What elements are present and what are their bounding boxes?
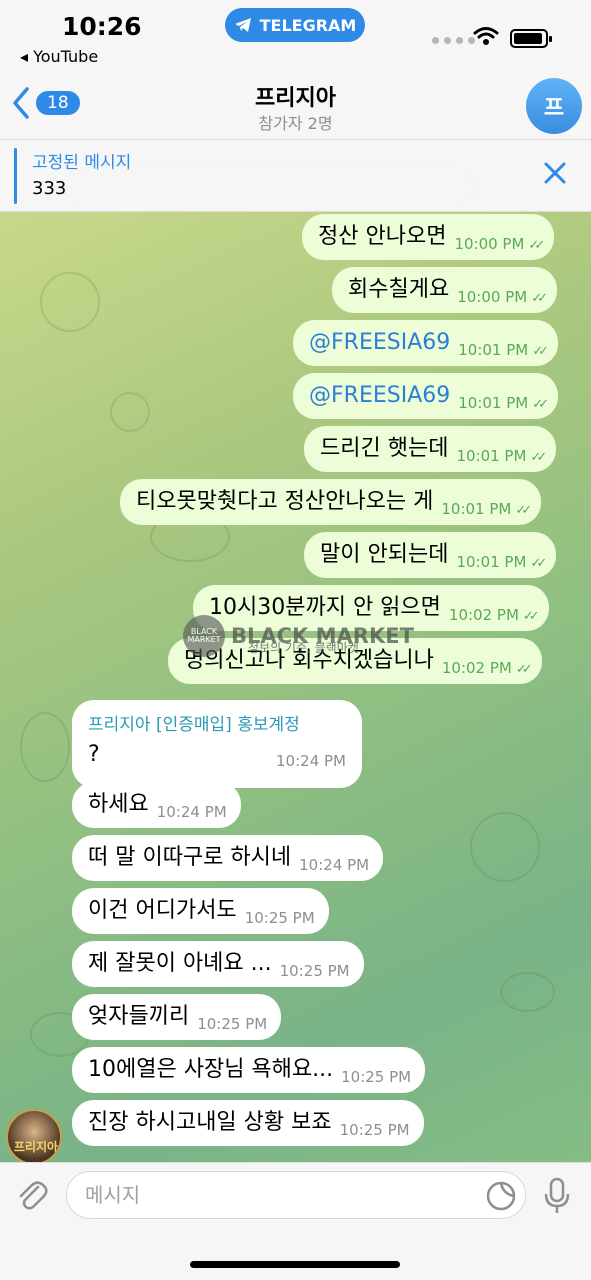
- message-time: 10:00 PM ✓✓: [457, 288, 548, 306]
- message-text: 하세요: [88, 792, 149, 817]
- message-text: 엊자들끼리: [88, 1004, 190, 1029]
- mention-link[interactable]: @FREESIA69: [309, 332, 450, 354]
- message-text: 진장 하시고내일 상황 보죠: [88, 1110, 332, 1135]
- read-ticks-icon: ✓✓: [530, 450, 547, 465]
- mention-link[interactable]: @FREESIA69: [309, 385, 450, 407]
- sender-name[interactable]: 프리지아 [인증매입] 홍보계정: [88, 710, 300, 735]
- message-text: 이건 어디가서도: [88, 898, 237, 923]
- message-time: 10:24 PM: [156, 803, 227, 821]
- message-time: 10:01 PM ✓✓: [456, 553, 547, 571]
- read-ticks-icon: ✓✓: [522, 609, 540, 624]
- message-time: 10:00 PM ✓✓: [454, 235, 545, 253]
- message-outgoing[interactable]: @FREESIA69 10:01 PM ✓✓: [293, 320, 559, 366]
- status-bar: 10:26 ◂ YouTube TELEGRAM: [0, 0, 591, 70]
- message-outgoing[interactable]: 말이 안되는데 10:01 PM ✓✓: [304, 532, 557, 578]
- sticker-icon[interactable]: [485, 1180, 517, 1212]
- message-time: 10:02 PM ✓✓: [448, 606, 540, 624]
- close-icon[interactable]: [542, 160, 568, 186]
- chat-header: 18 프리지아 참가자 2명 프: [0, 70, 591, 140]
- message-text: 말이 안되는데: [320, 542, 449, 567]
- read-ticks-icon: ✓✓: [532, 397, 549, 412]
- message-outgoing[interactable]: @FREESIA69 10:01 PM ✓✓: [293, 373, 559, 419]
- message-incoming[interactable]: 프리지아 [인증매입] 홍보계정 ? 10:24 PM: [72, 700, 362, 788]
- message-incoming[interactable]: 하세요 10:24 PM: [72, 782, 241, 828]
- signal-dots: [432, 37, 475, 44]
- chat-area[interactable]: 정산 안나오면 10:00 PM ✓✓ 회수칠게요 10:00 PM ✓✓ @FRE…: [0, 212, 591, 1162]
- message-outgoing[interactable]: 정산 안나오면 10:00 PM ✓✓: [302, 214, 555, 260]
- message-time: 10:01 PM ✓✓: [456, 447, 547, 465]
- pinned-label: 고정된 메시지: [32, 153, 132, 173]
- sender-avatar[interactable]: 프리지아: [6, 1109, 62, 1162]
- message-incoming[interactable]: 떠 말 이따구로 하시네 10:24 PM: [72, 835, 384, 881]
- message-time: 10:25 PM: [339, 1121, 410, 1139]
- message-text: 드리긴 햇는데: [320, 436, 449, 461]
- composer-bar: [0, 1162, 591, 1280]
- message-time: 10:01 PM ✓✓: [441, 500, 532, 518]
- message-time: 10:01 PM ✓✓: [458, 394, 549, 412]
- message-text: ?: [88, 742, 100, 767]
- battery-icon: [510, 29, 552, 48]
- message-text: 10에열은 사장님 욕해요...: [88, 1057, 334, 1082]
- message-incoming[interactable]: 10에열은 사장님 욕해요... 10:25 PM: [72, 1047, 426, 1093]
- message-text: 티오못맞췃다고 정산안나오는 게: [136, 489, 434, 514]
- read-ticks-icon: ✓✓: [515, 503, 532, 518]
- message-input[interactable]: [85, 1180, 465, 1210]
- telegram-pill-label: TELEGRAM: [259, 15, 357, 35]
- home-indicator: [190, 1261, 400, 1268]
- message-incoming[interactable]: 진장 하시고내일 상황 보죠 10:25 PM: [72, 1100, 424, 1146]
- message-time: 10:25 PM: [197, 1015, 268, 1033]
- status-time: 10:26: [62, 12, 142, 41]
- back-to-app-link[interactable]: ◂ YouTube: [20, 47, 98, 66]
- message-text: 회수칠게요: [348, 277, 450, 302]
- message-text: 제 잘못이 아녜요 ...: [88, 951, 272, 976]
- pinned-indicator: [14, 148, 17, 204]
- watermark-logo: BLACK MARKET: [183, 615, 225, 657]
- message-outgoing[interactable]: 회수칠게요 10:00 PM ✓✓: [332, 267, 557, 313]
- paperclip-icon[interactable]: [14, 1177, 50, 1213]
- chat-avatar[interactable]: 프: [526, 78, 582, 134]
- message-text: 떠 말 이따구로 하시네: [88, 845, 292, 870]
- message-incoming[interactable]: 이건 어디가서도 10:25 PM: [72, 888, 329, 934]
- telegram-icon: [234, 18, 251, 32]
- message-time: 10:25 PM: [341, 1068, 412, 1086]
- pinned-message-bar[interactable]: 고정된 메시지 333: [0, 140, 591, 212]
- message-time: 10:25 PM: [244, 909, 315, 927]
- message-time: 10:02 PM ✓✓: [441, 659, 533, 677]
- message-field[interactable]: [66, 1171, 526, 1219]
- message-incoming[interactable]: 엊자들끼리 10:25 PM: [72, 994, 282, 1040]
- read-ticks-icon: ✓✓: [515, 662, 533, 677]
- message-time: 10:24 PM: [276, 752, 346, 770]
- message-text: 정산 안나오면: [318, 224, 447, 249]
- pinned-redaction: [70, 172, 470, 204]
- pinned-text: 333: [32, 178, 67, 199]
- read-ticks-icon: ✓✓: [528, 238, 545, 253]
- read-ticks-icon: ✓✓: [532, 344, 549, 359]
- read-ticks-icon: ✓✓: [531, 291, 548, 306]
- telegram-pill[interactable]: TELEGRAM: [225, 8, 365, 42]
- read-ticks-icon: ✓✓: [530, 556, 547, 571]
- message-incoming[interactable]: 제 잘못이 아녜요 ... 10:25 PM: [72, 941, 364, 987]
- wifi-icon: [473, 27, 499, 45]
- chat-title[interactable]: 프리지아: [0, 80, 591, 112]
- message-time: 10:24 PM: [299, 856, 370, 874]
- watermark-subtitle: 정보의 기준, 블랙마켓: [248, 641, 359, 655]
- message-time: 10:25 PM: [279, 962, 350, 980]
- message-time: 10:01 PM ✓✓: [458, 341, 549, 359]
- message-outgoing[interactable]: 드리긴 햇는데 10:01 PM ✓✓: [304, 426, 557, 472]
- sender-avatar-label: 프리지아: [13, 1140, 59, 1154]
- chat-subtitle: 참가자 2명: [258, 114, 333, 133]
- microphone-icon[interactable]: [542, 1177, 572, 1215]
- message-outgoing[interactable]: 티오못맞췃다고 정산안나오는 게 10:01 PM ✓✓: [120, 479, 542, 525]
